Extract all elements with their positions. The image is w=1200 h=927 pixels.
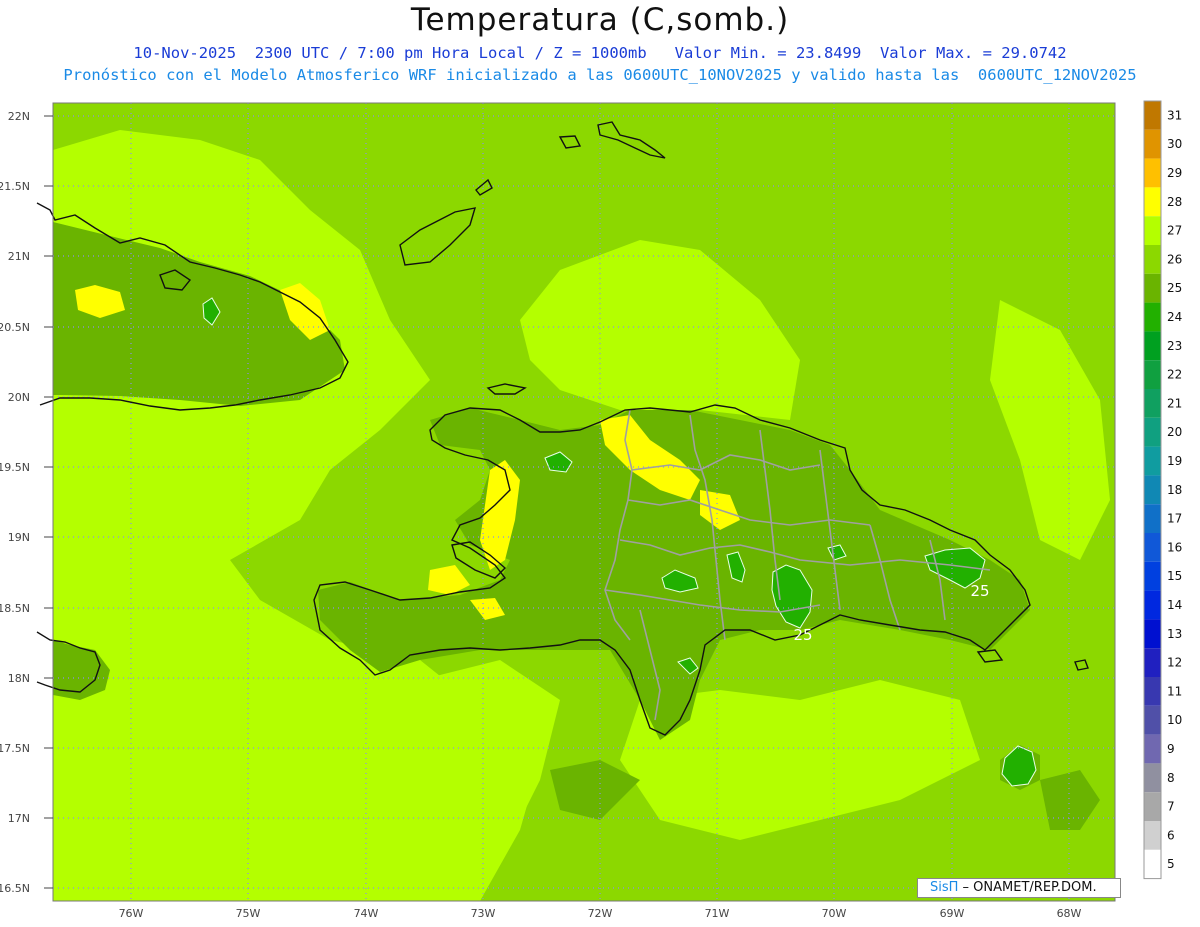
colorbar-label: 16: [1167, 540, 1182, 554]
colorbar-swatch: [1144, 302, 1161, 332]
colorbar: 31 30 29 28 27 26 25 24 23 22 21 20 19 18 17 16 15 14 13 12…: [1143, 100, 1182, 880]
credit-brand: SisΠ: [930, 880, 959, 895]
colorbar-swatch: [1144, 849, 1161, 879]
lon-axis: 76W 75W 74W 73W 72W 71W 70W 69W 68W: [119, 907, 1082, 920]
colorbar-label: 21: [1167, 396, 1182, 410]
lon-label: 75W: [236, 907, 261, 920]
colorbar-label: 23: [1167, 339, 1182, 353]
colorbar-swatch: [1144, 619, 1161, 649]
colorbar-label: 29: [1167, 166, 1182, 180]
lat-label: 21.5N: [0, 180, 30, 193]
contour-label-25-east: 25: [970, 582, 989, 600]
lon-label: 69W: [940, 907, 965, 920]
colorbar-swatch: [1144, 158, 1161, 188]
credit-box: SisΠ – ONAMET/REP.DOM.: [917, 878, 1121, 898]
colorbar-swatch: [1144, 245, 1161, 274]
colorbar-swatch: [1144, 648, 1161, 677]
lat-axis: 22N 21.5N 21N 20.5N 20N 19.5N 19N 18.5N …: [0, 110, 53, 895]
lon-label: 71W: [705, 907, 730, 920]
colorbar-swatch: [1144, 417, 1161, 447]
colorbar-swatch: [1144, 331, 1161, 361]
colorbar-label: 25: [1167, 281, 1182, 295]
colorbar-swatch: [1144, 705, 1161, 735]
colorbar-label: 28: [1167, 195, 1182, 209]
colorbar-swatch: [1144, 677, 1161, 706]
colorbar-label: 11: [1167, 684, 1182, 698]
colorbar-swatch: [1144, 129, 1161, 159]
colorbar-swatch: [1144, 389, 1161, 418]
lon-label: 72W: [588, 907, 613, 920]
lat-label: 17N: [8, 812, 30, 825]
colorbar-label: 12: [1167, 656, 1182, 670]
colorbar-label: 20: [1167, 425, 1182, 439]
lat-label: 21N: [8, 250, 30, 263]
colorbar-swatch: [1144, 475, 1161, 505]
lat-label: 20.5N: [0, 321, 30, 334]
colorbar-label: 5: [1167, 857, 1175, 871]
colorbar-swatch: [1144, 590, 1161, 620]
lat-label: 18.5N: [0, 602, 30, 615]
contour-label-25-central: 25: [793, 626, 812, 644]
colorbar-swatch: [1144, 446, 1161, 476]
colorbar-label: 19: [1167, 454, 1182, 468]
colorbar-label: 14: [1167, 598, 1182, 612]
colorbar-swatch: [1144, 360, 1161, 389]
lat-label: 19N: [8, 531, 30, 544]
lat-label: 22N: [8, 110, 30, 123]
temperature-map: 25 25 22N 21.5N 21N 20.5N 20N 19.5N 19N …: [0, 100, 1182, 920]
colorbar-label: 10: [1167, 713, 1182, 727]
colorbar-swatch: [1144, 216, 1161, 245]
colorbar-swatch: [1144, 533, 1161, 562]
colorbar-label: 26: [1167, 252, 1182, 266]
colorbar-label: 30: [1167, 137, 1182, 151]
lon-label: 70W: [822, 907, 847, 920]
colorbar-swatch: [1144, 763, 1161, 793]
colorbar-label: 13: [1167, 627, 1182, 641]
colorbar-label: 9: [1167, 742, 1175, 756]
lon-label: 73W: [471, 907, 496, 920]
colorbar-label: 22: [1167, 368, 1182, 382]
lat-label: 17.5N: [0, 742, 30, 755]
colorbar-swatch: [1144, 101, 1161, 130]
lat-label: 19.5N: [0, 461, 30, 474]
colorbar-swatch: [1144, 734, 1161, 764]
lon-label: 76W: [119, 907, 144, 920]
lat-label: 20N: [8, 391, 30, 404]
colorbar-swatch: [1144, 273, 1161, 303]
colorbar-label: 24: [1167, 310, 1182, 324]
colorbar-label: 18: [1167, 483, 1182, 497]
colorbar-swatch: [1144, 504, 1161, 533]
colorbar-label: 31: [1167, 108, 1182, 122]
colorbar-label: 7: [1167, 800, 1175, 814]
lon-label: 74W: [354, 907, 379, 920]
colorbar-label: 27: [1167, 224, 1182, 238]
colorbar-label: 8: [1167, 771, 1175, 785]
colorbar-label: 6: [1167, 828, 1175, 842]
colorbar-swatch: [1144, 792, 1161, 821]
lon-label: 68W: [1057, 907, 1082, 920]
colorbar-label: 15: [1167, 569, 1182, 583]
colorbar-swatch: [1144, 821, 1161, 850]
map-panel: 25 25: [36, 102, 1116, 902]
lat-label: 18N: [8, 672, 30, 685]
colorbar-swatch: [1144, 187, 1161, 217]
colorbar-swatch: [1144, 561, 1161, 591]
credit-text: – ONAMET/REP.DOM.: [958, 880, 1097, 895]
lat-label: 16.5N: [0, 882, 30, 895]
colorbar-label: 17: [1167, 512, 1182, 526]
